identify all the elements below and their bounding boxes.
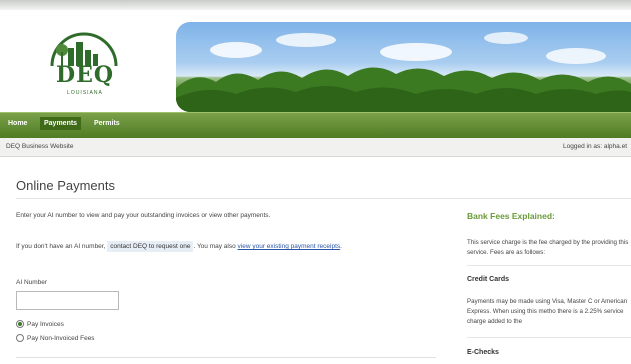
pay-invoices-option[interactable]: Pay Invoices — [16, 320, 64, 328]
browser-viewport: DEQ LOUISIANA Home Payments Permits DEQ … — [0, 0, 631, 364]
side-divider — [467, 337, 631, 338]
forest-landscape-image — [176, 32, 631, 112]
site-header: DEQ LOUISIANA — [0, 10, 631, 112]
ai-number-label: AI Number — [16, 279, 48, 286]
pay-non-invoiced-label: Pay Non-Invoiced Fees — [27, 334, 95, 342]
page-title: Online Payments — [16, 178, 115, 193]
nav-permits[interactable]: Permits — [94, 120, 120, 127]
logged-in-status: Logged in as: alpha.et — [563, 143, 627, 150]
you-may-also-text: . You may also — [193, 243, 236, 250]
contact-deq-link[interactable]: contact DEQ to request one — [107, 241, 194, 252]
view-receipts-link[interactable]: view your existing payment receipts — [238, 243, 341, 250]
nav-home[interactable]: Home — [8, 120, 27, 127]
receipts-suffix: . — [340, 243, 342, 250]
side-divider — [467, 265, 631, 266]
sub-header-bar: DEQ Business Website Logged in as: alpha… — [0, 138, 631, 157]
credit-cards-text: Payments may be made using Visa, Master … — [467, 298, 628, 325]
radio-unselected-icon[interactable] — [16, 334, 24, 342]
intro-text: Enter your AI number to view and pay you… — [16, 212, 271, 219]
logo-subtitle: LOUISIANA — [67, 90, 103, 96]
no-ai-paragraph: If you don't have an AI number, contact … — [16, 241, 416, 253]
ai-number-input[interactable] — [16, 291, 119, 310]
logo-wordmark: DEQ — [55, 62, 114, 88]
main-nav: Home Payments Permits — [0, 112, 631, 139]
bank-fees-intro: This service charge is the fee charged b… — [467, 239, 629, 256]
bank-fees-heading: Bank Fees Explained: — [467, 211, 555, 221]
e-checks-heading: E-Checks — [467, 349, 499, 356]
form-divider — [16, 357, 436, 358]
top-shadow — [0, 0, 631, 10]
title-divider — [16, 198, 631, 199]
radio-selected-icon[interactable] — [16, 320, 24, 328]
pay-non-invoiced-option[interactable]: Pay Non-Invoiced Fees — [16, 334, 95, 342]
nav-payments[interactable]: Payments — [40, 117, 82, 130]
credit-cards-heading: Credit Cards — [467, 276, 510, 283]
pay-invoices-label: Pay Invoices — [27, 320, 64, 328]
no-ai-prefix: If you don't have an AI number, — [16, 243, 106, 250]
site-name: DEQ Business Website — [6, 143, 74, 150]
header-banner-image — [176, 22, 631, 112]
